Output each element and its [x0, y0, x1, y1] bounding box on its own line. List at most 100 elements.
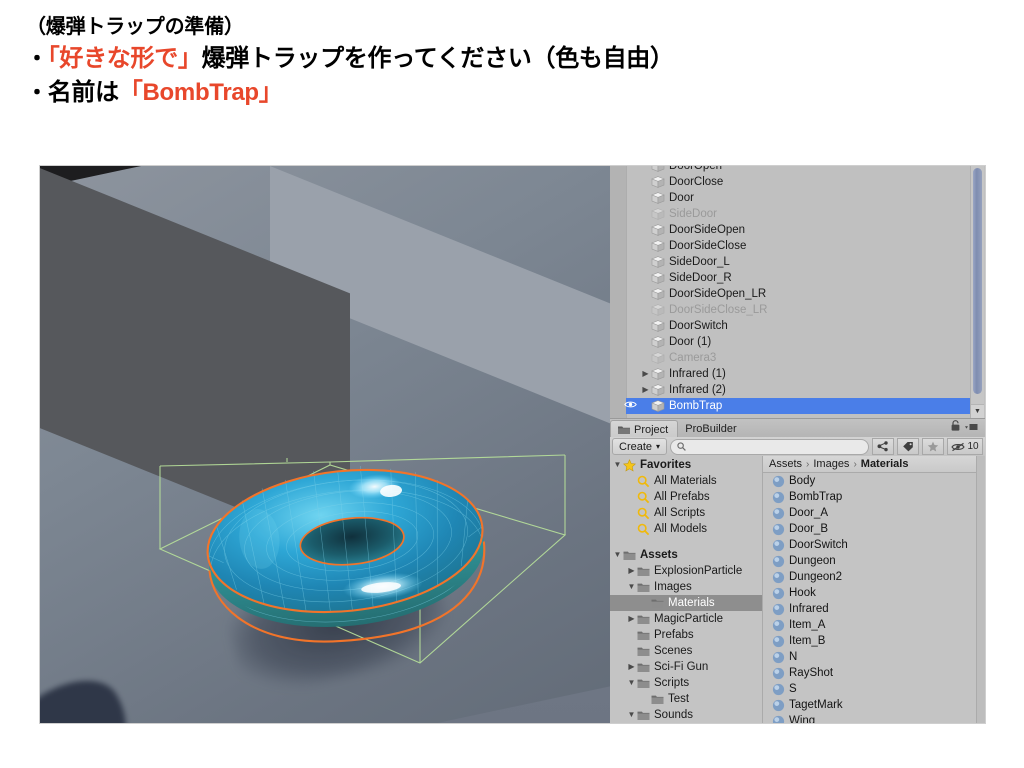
hierarchy-row[interactable]: ▶ SideDoor_R	[626, 270, 971, 286]
asset-row[interactable]: Wing	[763, 713, 985, 723]
asset-row[interactable]: Item_B	[763, 633, 985, 649]
hierarchy-row[interactable]: ▶ Door	[626, 190, 971, 206]
tag-filter-button[interactable]	[897, 438, 919, 455]
project-tree-row[interactable]: ▶ Sci-Fi Gun	[610, 659, 762, 675]
asset-row[interactable]: Body	[763, 473, 985, 489]
hierarchy-row[interactable]: ▶ Camera3	[626, 350, 971, 366]
expand-triangle-icon[interactable]: ▶	[626, 663, 637, 671]
collapse-triangle-icon[interactable]: ▼	[612, 461, 623, 469]
torus-mesh[interactable]	[190, 423, 500, 657]
search-field[interactable]	[670, 438, 869, 455]
project-tree-row[interactable]: ▼ Sounds	[610, 707, 762, 723]
collapse-triangle-icon[interactable]: ▼	[626, 583, 637, 591]
expand-triangle-placeholder: ▶	[640, 258, 651, 266]
expand-triangle-placeholder: ▶	[626, 477, 637, 485]
project-tree-row[interactable]: ▼ Favorites	[610, 457, 762, 473]
expand-triangle-icon[interactable]: ▶	[626, 567, 637, 575]
unity-screenshot: ▶ DoorOpen ▶ DoorClose ▶ Door ▶ SideDoor ▶ DoorSi…	[40, 166, 985, 723]
hierarchy-row[interactable]: ▶ DoorOpen	[626, 166, 971, 174]
hierarchy-row[interactable]: ▶ DoorClose	[626, 174, 971, 190]
hierarchy-row[interactable]: ▶ Infrared (2)	[626, 382, 971, 398]
tab-project-label: Project	[634, 424, 669, 436]
project-tree-row[interactable]: ▶ All Models	[610, 521, 762, 537]
gameobject-cube-icon	[651, 320, 665, 332]
project-scrollbar[interactable]	[976, 456, 985, 723]
asset-row[interactable]: S	[763, 681, 985, 697]
asset-row[interactable]: Dungeon	[763, 553, 985, 569]
hierarchy-row[interactable]: ▶ Door (1)	[626, 334, 971, 350]
saved-search-icon	[637, 475, 650, 488]
scene-view[interactable]	[40, 166, 610, 723]
expand-triangle-icon[interactable]: ▶	[640, 370, 651, 378]
expand-triangle-placeholder: ▶	[640, 338, 651, 346]
expand-triangle-icon[interactable]: ▶	[640, 386, 651, 394]
collapse-triangle-icon[interactable]: ▼	[626, 711, 637, 719]
asset-label: Item_A	[789, 619, 826, 631]
project-tree-row[interactable]: ▼ Scripts	[610, 675, 762, 691]
asset-row[interactable]: Door_A	[763, 505, 985, 521]
project-tree-row[interactable]: ▶ All Prefabs	[610, 489, 762, 505]
hierarchy-row[interactable]: ▶ Infrared (1)	[626, 366, 971, 382]
asset-row[interactable]: DoorSwitch	[763, 537, 985, 553]
hierarchy-row[interactable]: ▶ DoorSideOpen	[626, 222, 971, 238]
hierarchy-panel[interactable]: ▶ DoorOpen ▶ DoorClose ▶ Door ▶ SideDoor ▶ DoorSi…	[610, 166, 985, 418]
hierarchy-row[interactable]: ▶ SideDoor	[626, 206, 971, 222]
hierarchy-scrollbar-thumb[interactable]	[973, 168, 982, 394]
hidden-assets-count[interactable]: 10	[947, 438, 983, 455]
tab-probuilder[interactable]: ProBuilder	[678, 420, 745, 438]
project-tree-row[interactable]: ▶ ExplosionParticle	[610, 563, 762, 579]
asset-row[interactable]: TagetMark	[763, 697, 985, 713]
project-tree-row[interactable]: ▼ Assets	[610, 547, 762, 563]
breadcrumb-item[interactable]: Materials	[861, 458, 909, 470]
lock-icon[interactable]	[951, 418, 960, 436]
gameobject-cube-icon	[651, 384, 665, 396]
hierarchy-scrollbar[interactable]: ▼	[970, 166, 984, 418]
asset-row[interactable]: BombTrap	[763, 489, 985, 505]
search-input[interactable]	[690, 440, 862, 453]
project-folder-tree[interactable]: ▼Favorites▶All Materials▶All Prefabs▶All…	[610, 456, 763, 723]
breadcrumb[interactable]: Assets › Images › Materials	[763, 456, 985, 473]
project-toolbar: Create ▾ 10	[610, 437, 985, 457]
hierarchy-row[interactable]: ▶ SideDoor_L	[626, 254, 971, 270]
project-tree-row[interactable]: ▼ Images	[610, 579, 762, 595]
asset-row[interactable]: Item_A	[763, 617, 985, 633]
collapse-triangle-icon[interactable]: ▼	[626, 679, 637, 687]
project-tree-row[interactable]: ▶ Prefabs	[610, 627, 762, 643]
asset-row[interactable]: Hook	[763, 585, 985, 601]
hierarchy-row[interactable]: ▶ DoorSideOpen_LR	[626, 286, 971, 302]
breadcrumb-item[interactable]: Images	[813, 458, 849, 470]
breadcrumb-item[interactable]: Assets	[769, 458, 802, 470]
material-sphere-icon	[772, 587, 785, 600]
panel-menu-icon[interactable]	[965, 418, 978, 436]
hierarchy-scroll-down-arrow[interactable]: ▼	[971, 404, 984, 418]
gameobject-cube-icon	[651, 368, 665, 380]
expand-triangle-placeholder: ▶	[626, 509, 637, 517]
hierarchy-row[interactable]: ▶ DoorSwitch	[626, 318, 971, 334]
collapse-triangle-icon[interactable]: ▼	[612, 551, 623, 559]
project-tree-row[interactable]: ▶ MagicParticle	[610, 611, 762, 627]
asset-row[interactable]: Dungeon2	[763, 569, 985, 585]
create-button[interactable]: Create ▾	[612, 438, 668, 455]
asset-row[interactable]: Door_B	[763, 521, 985, 537]
hierarchy-row[interactable]: ▶ DoorSideClose_LR	[626, 302, 971, 318]
visibility-eye-icon[interactable]	[624, 400, 637, 413]
asset-row[interactable]: Infrared	[763, 601, 985, 617]
favorite-filter-button[interactable]	[922, 438, 944, 455]
asset-row[interactable]: RayShot	[763, 665, 985, 681]
project-tree-row[interactable]: ▶ Scenes	[610, 643, 762, 659]
project-tree-row[interactable]: ▶ All Scripts	[610, 505, 762, 521]
expand-triangle-placeholder: ▶	[640, 242, 651, 250]
gameobject-cube-icon	[651, 272, 665, 284]
folder-icon	[637, 614, 650, 625]
expand-triangle-placeholder: ▶	[640, 194, 651, 202]
expand-triangle-icon[interactable]: ▶	[626, 615, 637, 623]
asset-label-filter-button[interactable]	[872, 438, 894, 455]
asset-row[interactable]: N	[763, 649, 985, 665]
project-tree-row[interactable]: ▶ Materials	[610, 595, 762, 611]
project-tree-row[interactable]: ▶ Test	[610, 691, 762, 707]
expand-triangle-placeholder: ▶	[640, 322, 651, 330]
hierarchy-row[interactable]: ▶ BombTrap	[624, 398, 971, 414]
project-asset-pane[interactable]: Assets › Images › Materials Body BombTrap Door…	[763, 456, 985, 723]
hierarchy-row[interactable]: ▶ DoorSideClose	[626, 238, 971, 254]
project-tree-row[interactable]: ▶ All Materials	[610, 473, 762, 489]
